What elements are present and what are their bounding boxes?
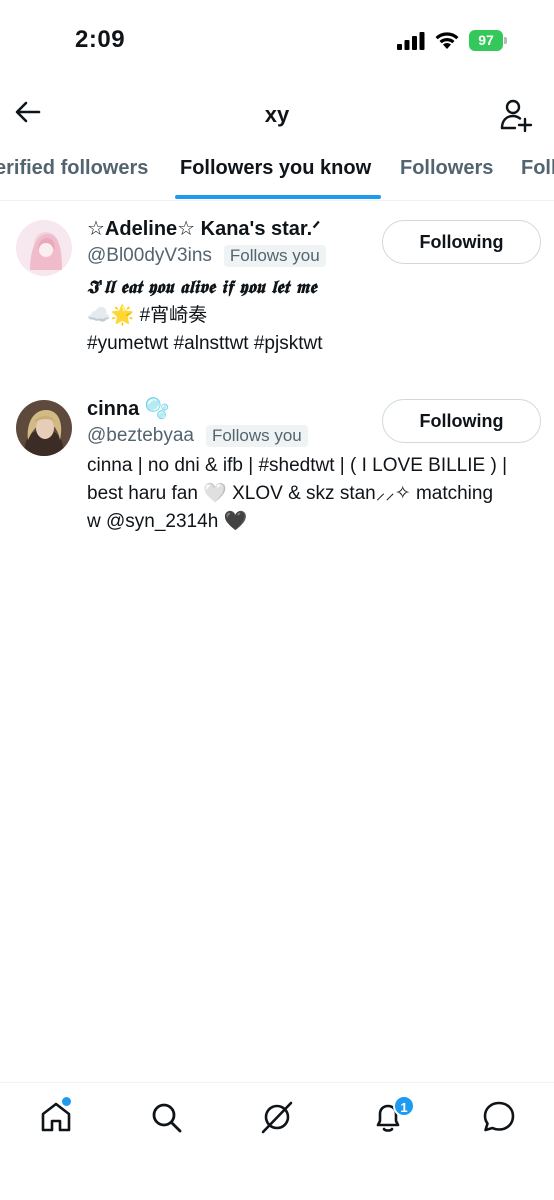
bio-line: cinna | no dni & ifb | #shedtwt | ( I LO… [87, 455, 508, 476]
grok-icon[interactable] [259, 1099, 295, 1135]
display-name[interactable]: ☆Adeline☆ Kana's star.ᐟ [87, 216, 387, 241]
bio-line: w @syn_2314h 🖤 [87, 511, 248, 532]
notifications-count-badge: 1 [393, 1095, 415, 1117]
user-info: cinna 🫧 @beztebyaa Follows you [87, 396, 387, 447]
list-item[interactable]: cinna 🫧 @beztebyaa Follows you Following… [0, 384, 554, 554]
following-button[interactable]: Following [382, 399, 541, 443]
battery-indicator: 97 [469, 30, 507, 51]
bottom-navigation: 1 [0, 1082, 554, 1200]
follows-you-badge: Follows you [223, 245, 326, 267]
user-handle[interactable]: @Bl00dyV3ins [87, 245, 212, 267]
tab-followers[interactable]: Followers [400, 157, 493, 180]
bio-line: #yumetwt #alnsttwt #pjsktwt [87, 333, 323, 354]
handle-line: @Bl00dyV3ins Follows you [87, 245, 387, 267]
add-user-icon[interactable] [498, 97, 534, 133]
page-title: xy [264, 102, 290, 127]
list-item[interactable]: ☆Adeline☆ Kana's star.ᐟ @Bl00dyV3ins Fol… [0, 204, 554, 374]
handle-line: @beztebyaa Follows you [87, 425, 387, 447]
tab-following[interactable]: Foll [521, 157, 554, 180]
status-bar: 2:09 97 [0, 0, 554, 80]
avatar[interactable] [16, 220, 72, 276]
bio-line: ☁️🌟 #宵崎奏 [87, 305, 208, 326]
user-info: ☆Adeline☆ Kana's star.ᐟ @Bl00dyV3ins Fol… [87, 216, 387, 267]
bio-line: 𝕴'𝖑𝖑 𝖊𝖆𝖙 𝖞𝖔𝖚 𝖆𝖑𝖎𝖛𝖊 𝖎𝖋 𝖞𝖔𝖚 𝖑𝖊𝖙 𝖒𝖊 [87, 277, 317, 298]
cellular-signal-icon [397, 32, 425, 50]
avatar-image-cinna [16, 400, 72, 456]
tab-bar: erified followers Followers you know Fol… [0, 145, 554, 201]
user-handle[interactable]: @beztebyaa [87, 425, 194, 447]
tab-verified-followers[interactable]: erified followers [0, 157, 148, 180]
follows-you-badge: Follows you [205, 425, 308, 447]
status-time: 2:09 [75, 26, 126, 53]
tab-followers-you-know[interactable]: Followers you know [180, 157, 371, 180]
user-bio: 𝕴'𝖑𝖑 𝖊𝖆𝖙 𝖞𝖔𝖚 𝖆𝖑𝖎𝖛𝖊 𝖎𝖋 𝖞𝖔𝖚 𝖑𝖊𝖙 𝖒𝖊 ☁️🌟 #宵崎… [87, 274, 537, 358]
bio-line: best haru fan 🤍 XLOV & skz stan⸝⸝✧ match… [87, 483, 494, 504]
avatar[interactable] [16, 400, 72, 456]
home-unread-dot [62, 1097, 71, 1106]
display-name[interactable]: cinna 🫧 [87, 396, 387, 421]
messages-icon[interactable] [481, 1099, 517, 1135]
active-tab-indicator [175, 195, 381, 199]
wifi-icon [435, 32, 459, 49]
page-header: xy [0, 80, 554, 150]
battery-nub [504, 37, 507, 44]
search-icon[interactable] [148, 1099, 184, 1135]
battery-level: 97 [469, 30, 503, 51]
avatar-image-adeline [16, 220, 72, 276]
following-button[interactable]: Following [382, 220, 541, 264]
user-bio: cinna | no dni & ifb | #shedtwt | ( I LO… [87, 452, 537, 536]
